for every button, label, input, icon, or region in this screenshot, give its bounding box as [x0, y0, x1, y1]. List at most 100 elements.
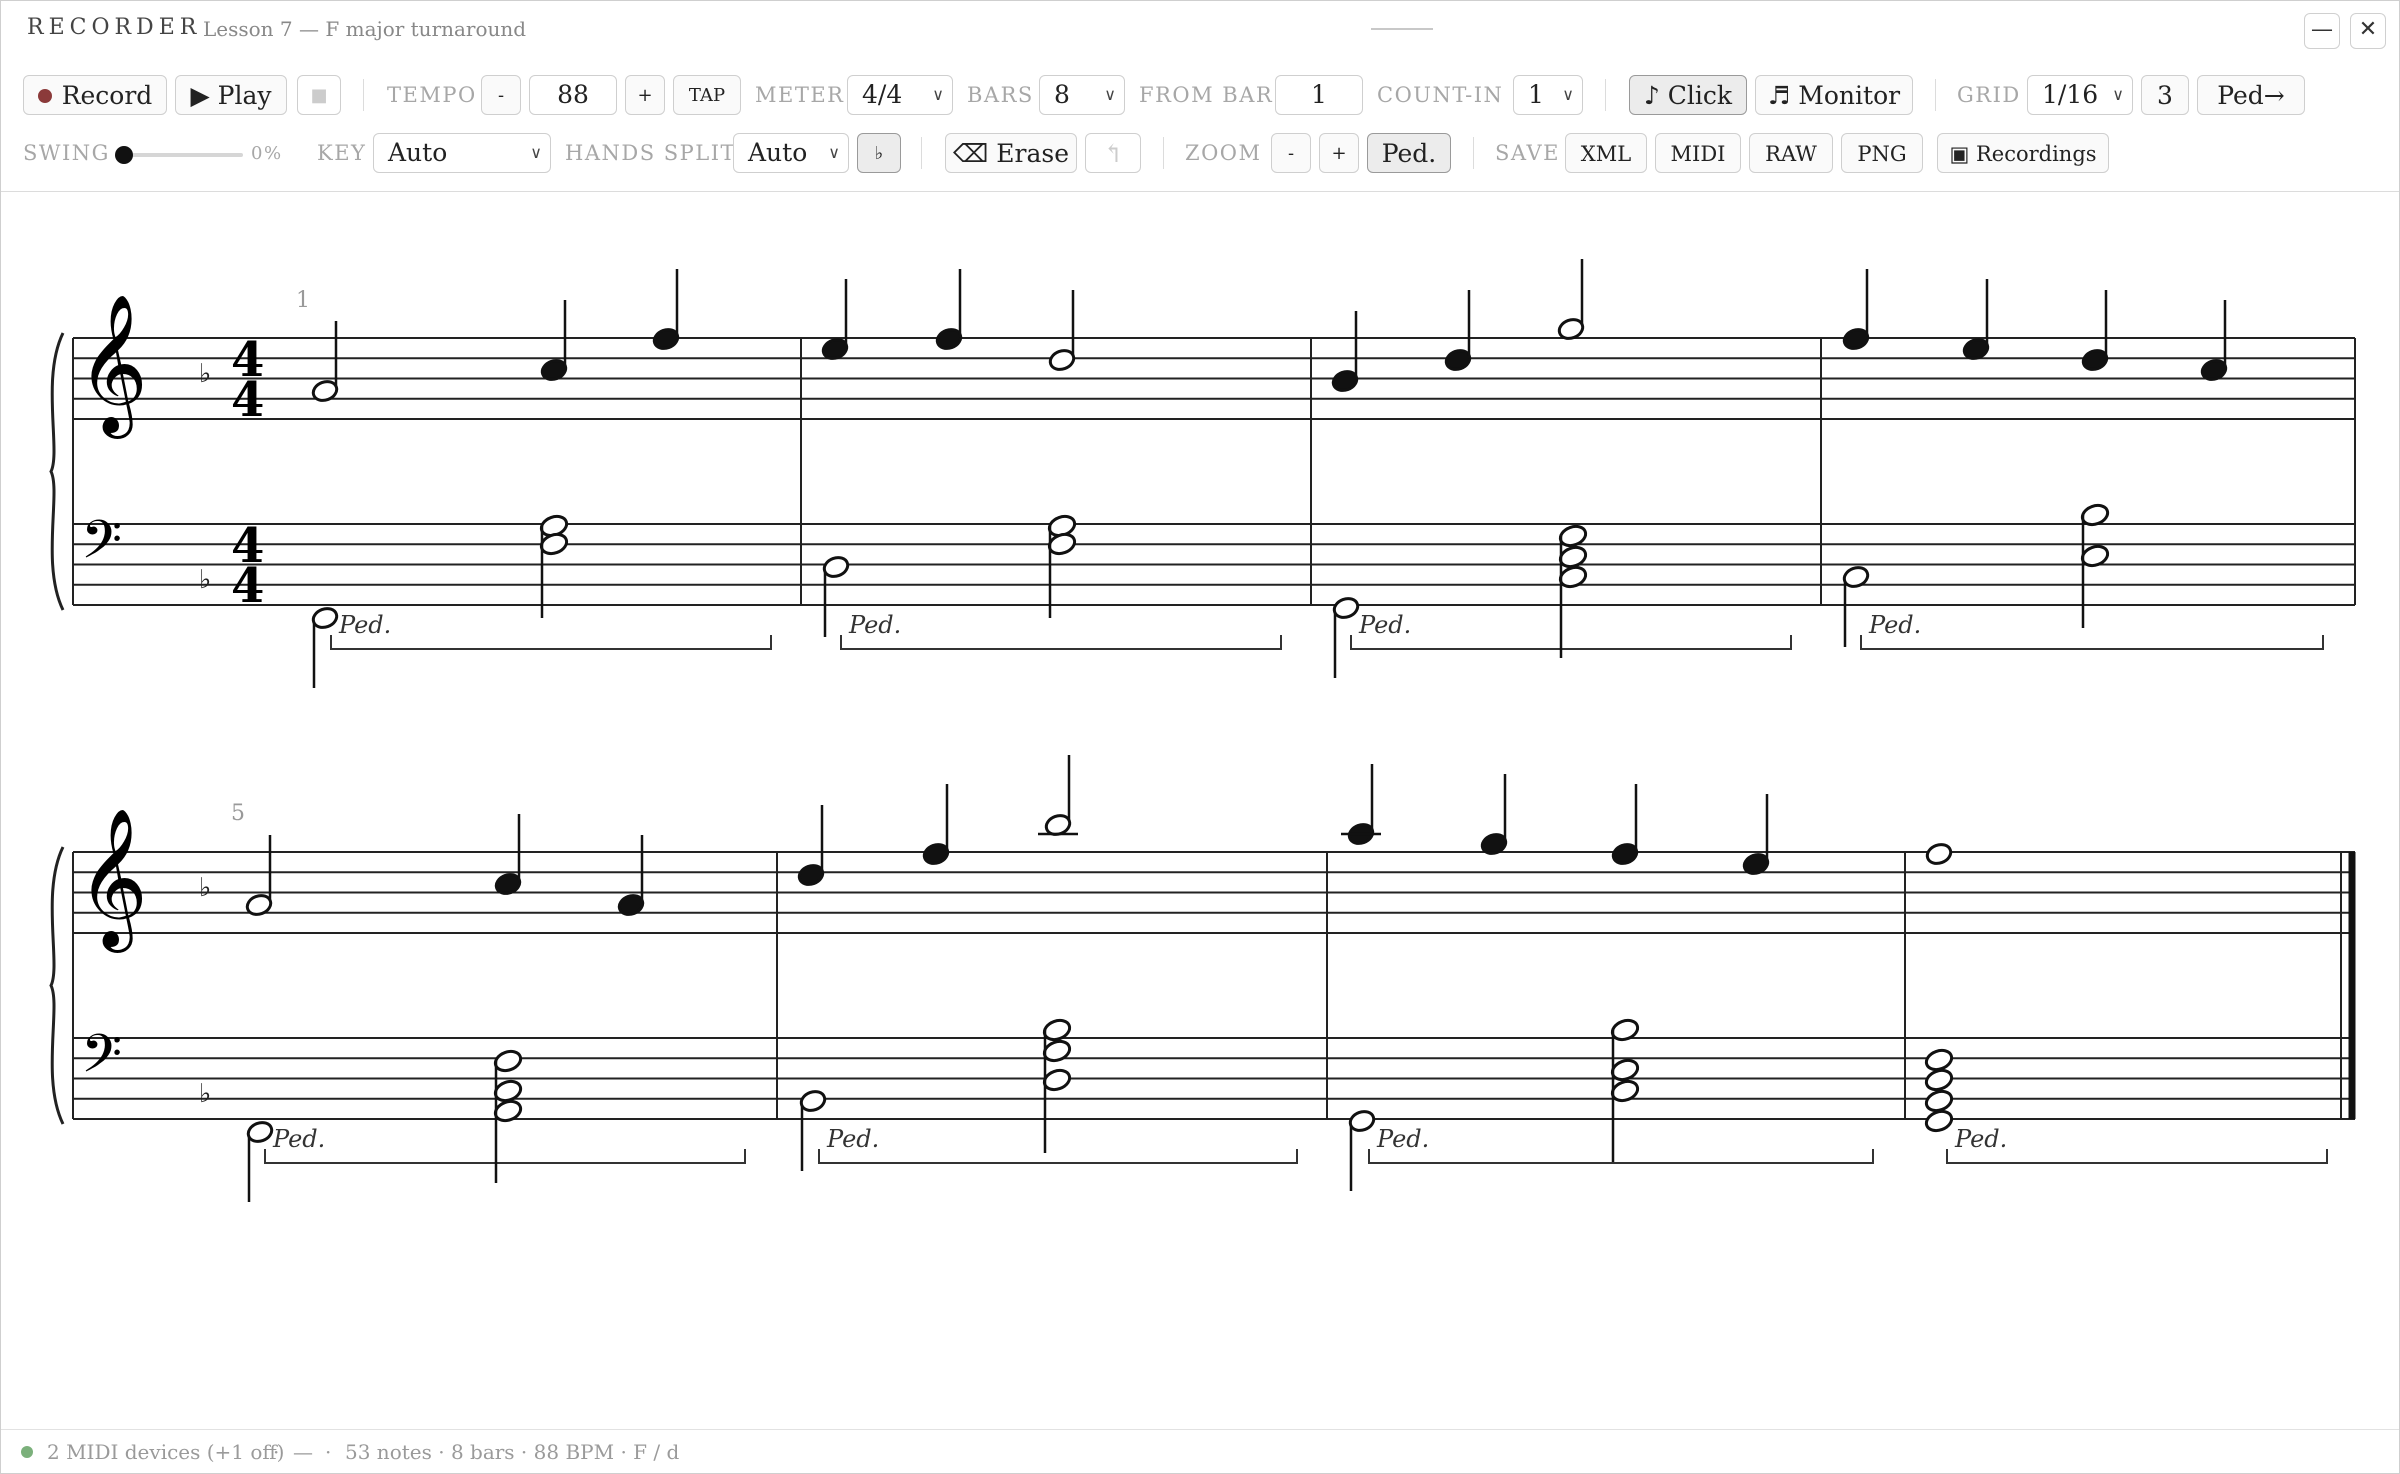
document-title: Lesson 7 — F major turnaround — [203, 17, 527, 41]
chord-note-head — [1924, 1068, 1954, 1092]
from-bar-input[interactable]: 1 — [1275, 75, 1363, 115]
triplet-toggle[interactable]: 3 — [2141, 75, 2189, 115]
swing-slider[interactable] — [115, 146, 243, 164]
grid-select[interactable]: 1/16 ∨ — [2027, 75, 2133, 115]
chevron-down-icon: ∨ — [828, 143, 840, 162]
chord-note-head — [1924, 1089, 1954, 1113]
zoom-in-button[interactable]: + — [1319, 133, 1359, 173]
minimize-button[interactable]: — — [2304, 13, 2340, 49]
chord-note-head — [493, 1099, 523, 1123]
chevron-down-icon: ∨ — [932, 85, 944, 104]
record-button[interactable]: Record — [23, 75, 167, 115]
hands-split-label: HANDS SPLIT — [565, 141, 737, 165]
drag-handle[interactable] — [1371, 28, 1433, 30]
save-png-button[interactable]: PNG — [1841, 133, 1923, 173]
midi-status-dot — [21, 1446, 33, 1458]
pedal-bracket — [1368, 1149, 1874, 1164]
tempo-input[interactable]: 88 — [529, 75, 617, 115]
key-signature-flat: ♭ — [199, 1079, 211, 1109]
swing-label: SWING — [23, 141, 110, 165]
pedal-toggle[interactable]: Ped. — [1367, 133, 1451, 173]
time-signature-bottom: 4 — [231, 372, 264, 428]
chevron-down-icon: ∨ — [1104, 85, 1116, 104]
count-in-select[interactable]: 1 ∨ — [1513, 75, 1583, 115]
pedal-marking: Ped. — [338, 611, 391, 639]
pedal-marking: Ped. — [1954, 1125, 2007, 1153]
undo-button[interactable]: ↰ — [1085, 133, 1141, 173]
bar-number: 5 — [231, 801, 245, 826]
tempo-increase-button[interactable]: + — [625, 75, 665, 115]
title-bar: RECORDER Lesson 7 — F major turnaround —… — [1, 1, 2399, 57]
pedal-marking: Ped. — [272, 1125, 325, 1153]
key-label: KEY — [317, 141, 367, 165]
chord-note-head — [1924, 1048, 1954, 1072]
pedal-bracket — [1860, 635, 2324, 650]
score-summary: 53 notes · 8 bars · 88 BPM · F / d — [345, 1440, 680, 1464]
chord-note-head — [1558, 565, 1588, 589]
swing-slider-thumb[interactable] — [115, 146, 133, 164]
hands-split-select[interactable]: Auto ∨ — [733, 133, 849, 173]
chevron-down-icon: ∨ — [1562, 85, 1574, 104]
chord-note-head — [1047, 532, 1077, 556]
chevron-down-icon: ∨ — [2112, 85, 2124, 104]
brace — [49, 332, 65, 611]
tap-tempo-button[interactable]: TAP — [673, 75, 741, 115]
play-button[interactable]: ▶ Play — [175, 75, 287, 115]
key-signature-flat: ♭ — [199, 359, 211, 389]
save-label: SAVE — [1495, 141, 1561, 165]
swing-value: 0% — [251, 143, 283, 164]
chord-note-head — [1042, 1018, 1072, 1042]
chord-note-head — [1610, 1079, 1640, 1103]
status-bar: 2 MIDI devices (+1 off) · — · 53 notes ·… — [1, 1429, 2399, 1474]
pedal-marking: Ped. — [1358, 611, 1411, 639]
toolbar: Record ▶ Play ■ TEMPO - 88 + TAP METER 4… — [1, 57, 2399, 192]
chord-note-head — [1610, 1018, 1640, 1042]
monitor-toggle[interactable]: ♬ Monitor — [1755, 75, 1913, 115]
save-raw-button[interactable]: RAW — [1749, 133, 1833, 173]
stop-button[interactable]: ■ — [297, 75, 341, 115]
tempo-label: TEMPO — [387, 83, 477, 107]
chord-note-head — [1042, 1039, 1072, 1063]
close-button[interactable]: ✕ — [2350, 13, 2386, 49]
bars-select[interactable]: 8 ∨ — [1039, 75, 1125, 115]
pedal-marking: Ped. — [1868, 611, 1921, 639]
pedal-bracket — [330, 635, 772, 650]
bars-label: BARS — [967, 83, 1034, 107]
from-bar-label: FROM BAR — [1139, 83, 1274, 107]
pedal-marking: Ped. — [826, 1125, 879, 1153]
bass-clef: 𝄢 — [81, 510, 122, 584]
toolbar-divider — [1163, 137, 1164, 169]
treble-clef: 𝄞 — [77, 294, 148, 439]
meter-select[interactable]: 4/4 ∨ — [847, 75, 953, 115]
key-signature-flat: ♭ — [199, 565, 211, 595]
time-signature-bottom: 4 — [231, 558, 264, 614]
erase-button[interactable]: ⌫ Erase — [945, 133, 1077, 173]
save-midi-button[interactable]: MIDI — [1655, 133, 1741, 173]
chord-note-head — [1042, 1068, 1072, 1092]
flat-spelling-toggle[interactable]: ♭ — [857, 133, 901, 173]
zoom-out-button[interactable]: - — [1271, 133, 1311, 173]
click-toggle[interactable]: ♪ Click — [1629, 75, 1747, 115]
recordings-button[interactable]: ▣ Recordings — [1937, 133, 2109, 173]
toolbar-divider — [1935, 79, 1936, 111]
treble-clef: 𝄞 — [77, 808, 148, 953]
chord-note-head — [1558, 545, 1588, 569]
brace — [49, 846, 65, 1125]
status-placeholder: — — [293, 1440, 313, 1464]
toolbar-divider — [363, 79, 364, 111]
chord-note-head — [493, 1079, 523, 1103]
bass-clef: 𝄢 — [81, 1024, 122, 1098]
score-canvas[interactable]: 𝄞𝄢♭♭44441Ped. Ped. Ped. Ped.𝄞𝄢♭♭5Ped. Ped. Pe… — [1, 191, 2399, 1429]
chevron-down-icon: ∨ — [530, 143, 542, 162]
play-icon: ▶ — [190, 81, 218, 110]
pedal-shift-button[interactable]: Ped→ — [2197, 75, 2305, 115]
app-name: RECORDER — [27, 15, 202, 40]
pedal-marking: Ped. — [848, 611, 901, 639]
toolbar-divider — [1605, 79, 1606, 111]
chord-note-head — [493, 1049, 523, 1073]
tempo-decrease-button[interactable]: - — [481, 75, 521, 115]
chord-note-head — [1924, 1109, 1954, 1133]
meter-label: METER — [755, 83, 845, 107]
save-xml-button[interactable]: XML — [1565, 133, 1647, 173]
key-select[interactable]: Auto ∨ — [373, 133, 551, 173]
